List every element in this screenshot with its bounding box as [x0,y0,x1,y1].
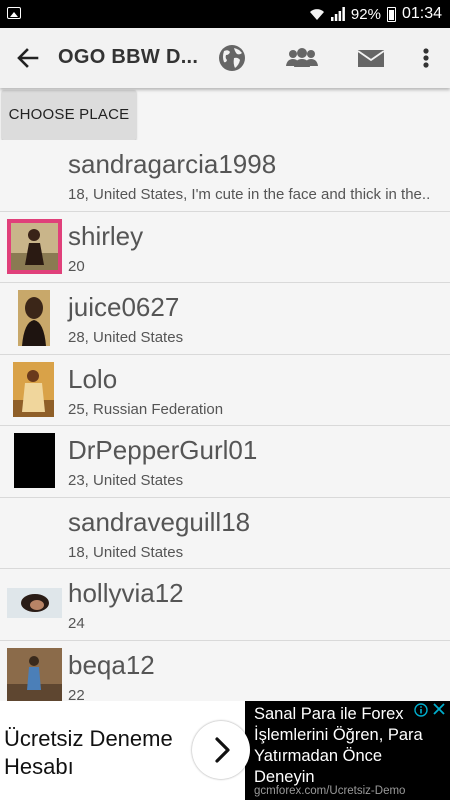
user-list: sandragarcia1998 18, United States, I'm … [0,140,450,712]
list-item[interactable]: shirley 20 [0,211,450,283]
user-details: 24 [68,615,85,632]
gallery-notification-icon [7,7,21,19]
username: juice0627 [68,292,180,322]
globe-icon[interactable] [217,43,247,73]
list-item[interactable]: hollyvia12 24 [0,569,450,641]
battery-percent: 92% [350,5,381,23]
username: DrPepperGurl01 [68,435,258,465]
user-details: 20 [68,257,85,275]
status-bar: 92% 01:34 [0,0,450,28]
overflow-menu-icon[interactable] [414,43,438,73]
user-details: 25, Russian Federation [68,400,224,418]
app-bar: OGO BBW D... [0,28,450,88]
user-details: 18, United States [68,543,184,561]
list-item[interactable]: juice0627 28, United States [0,283,450,355]
ad-headline[interactable]: Ücretsiz Deneme Hesabı [4,725,194,781]
username: Lolo [68,363,118,394]
username: shirley [68,220,144,251]
mail-icon[interactable] [357,43,385,73]
app-title: OGO BBW D... [58,46,199,68]
avatar [13,361,54,417]
avatar [18,290,50,346]
user-details: 23, United States [68,472,184,489]
chevron-right-icon[interactable] [192,721,250,779]
username: sandraveguill18 [68,506,251,537]
close-icon[interactable] [431,701,447,717]
list-item[interactable]: sandragarcia1998 18, United States, I'm … [0,140,450,212]
user-details: 18, United States, I'm cute in the face … [68,186,431,203]
battery-icon [386,6,396,22]
clock: 01:34 [401,5,442,22]
choose-place-button[interactable]: CHOOSE PLACE [2,90,136,140]
avatar [7,218,62,274]
back-arrow-icon[interactable] [14,44,42,72]
username: beqa12 [68,649,155,680]
list-item[interactable]: sandraveguill18 18, United States [0,497,450,569]
avatar [7,588,62,618]
list-item[interactable]: Lolo 25, Russian Federation [0,354,450,426]
list-item[interactable]: DrPepperGurl01 23, United States [0,426,450,498]
adchoices-icon[interactable] [414,703,428,717]
username: sandragarcia1998 [68,149,277,179]
avatar [14,433,55,488]
avatar [7,647,62,703]
wifi-icon [309,9,324,20]
ad-url[interactable]: gcmforex.com/Ucretsiz-Demo [254,785,405,797]
group-icon[interactable] [285,43,319,73]
username: hollyvia12 [68,578,184,608]
signal-icon [330,7,345,21]
user-details: 28, United States [68,329,184,346]
ad-banner[interactable]: Ücretsiz Deneme Hesabı Sanal Para ile Fo… [0,701,450,800]
